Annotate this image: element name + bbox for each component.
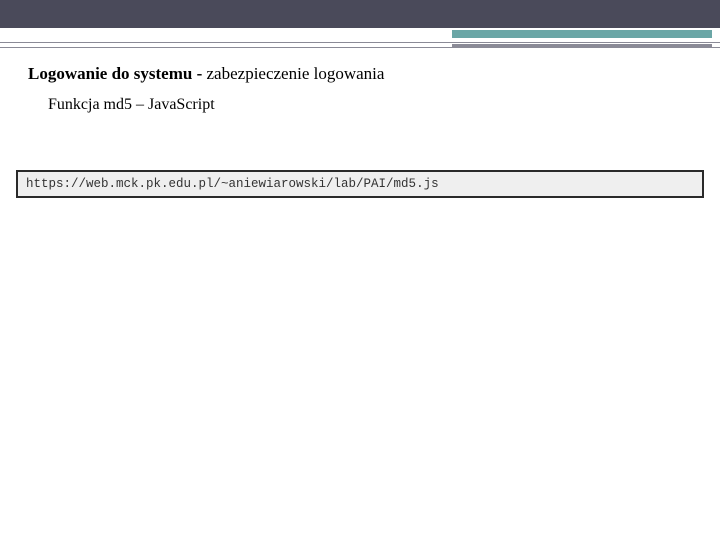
code-box: https://web.mck.pk.edu.pl/~aniewiarowski… — [16, 170, 704, 198]
slide-subtitle: Funkcja md5 – JavaScript — [48, 96, 692, 114]
slide-content: Logowanie do systemu - zabezpieczenie lo… — [0, 48, 720, 114]
grey-accent-strip — [452, 44, 712, 48]
slide-accent-row — [0, 28, 720, 42]
slide-rule-row — [0, 42, 720, 48]
slide-title-rest: zabezpieczenie logowania — [207, 64, 385, 83]
slide-title-bold: Logowanie do systemu - — [28, 64, 207, 83]
slide-top-bar — [0, 0, 720, 28]
teal-accent-strip — [452, 30, 712, 38]
code-text: https://web.mck.pk.edu.pl/~aniewiarowski… — [26, 177, 439, 191]
slide-title: Logowanie do systemu - zabezpieczenie lo… — [28, 62, 692, 86]
